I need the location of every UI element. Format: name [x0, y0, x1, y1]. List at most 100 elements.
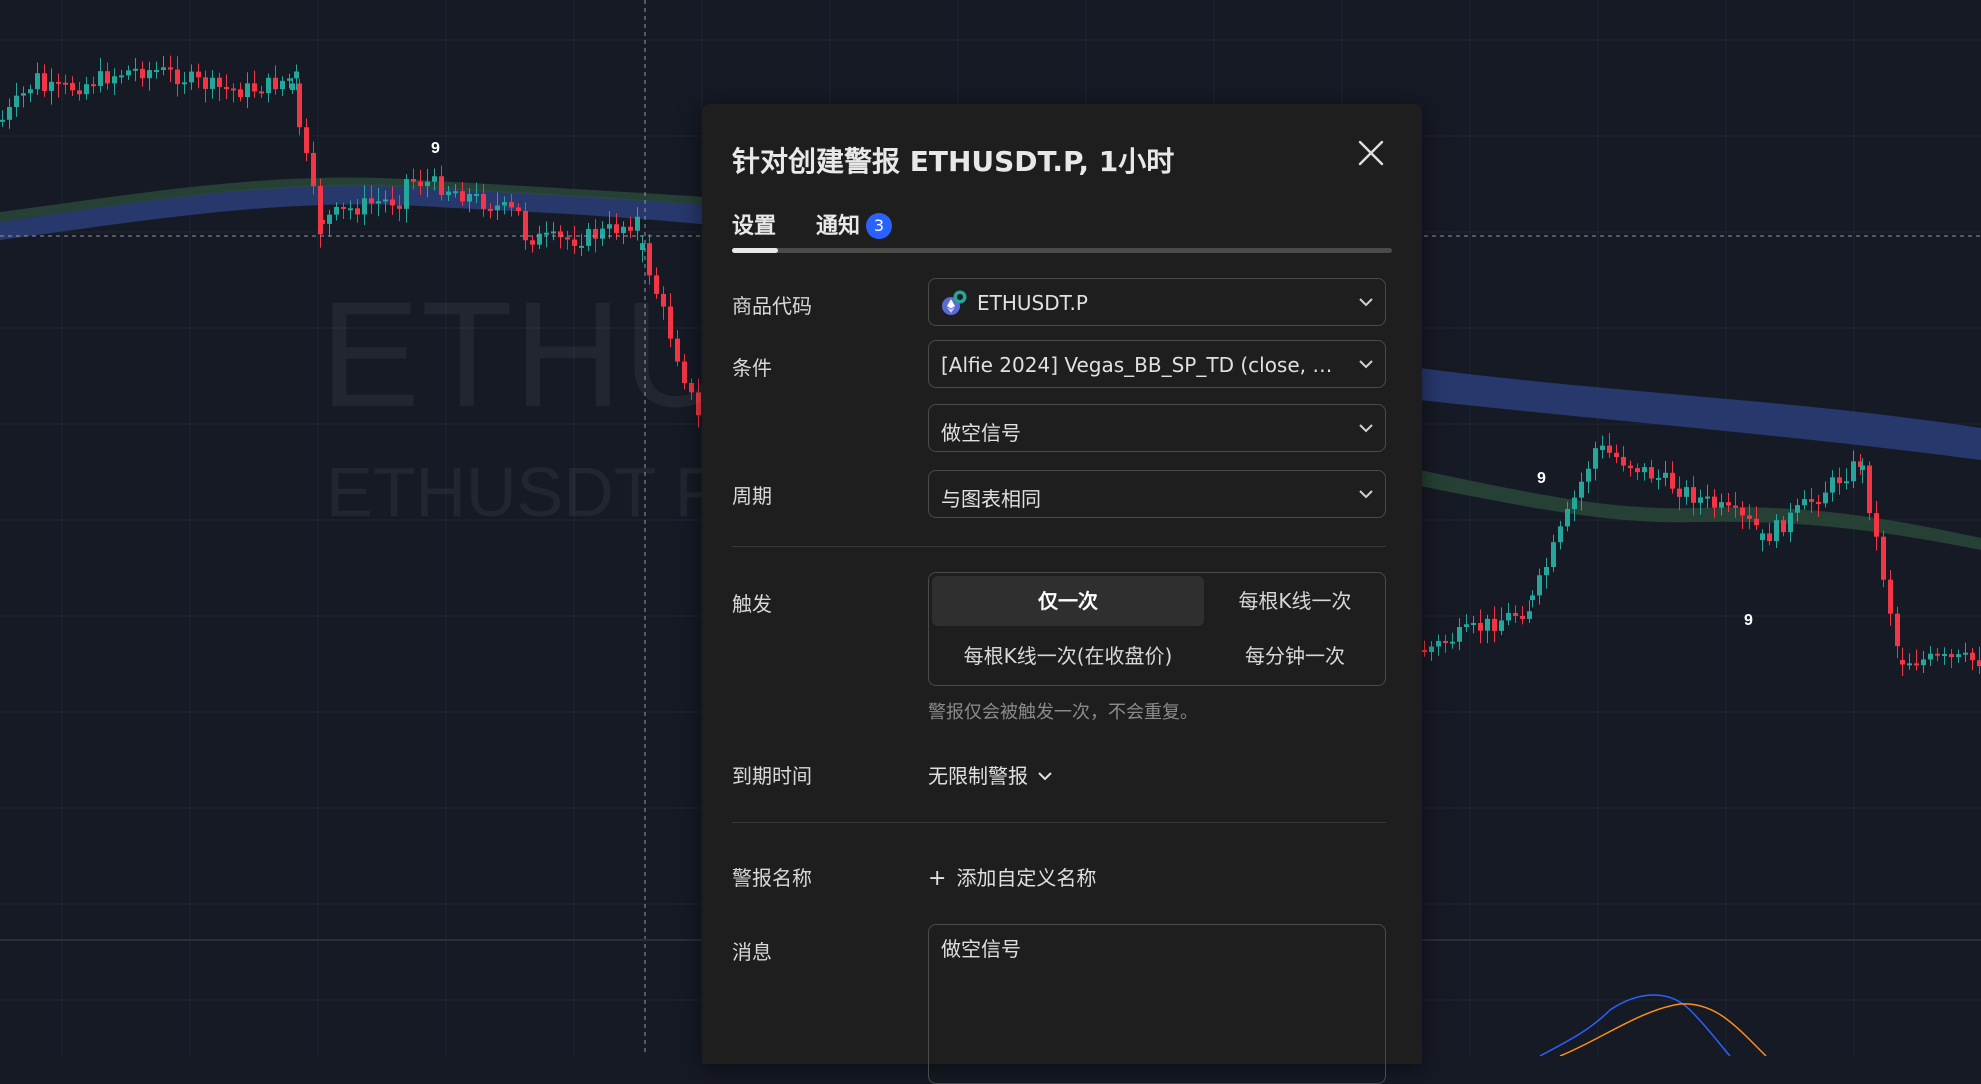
candle-body [593, 228, 598, 239]
candle-body [1900, 660, 1905, 665]
candle-body [84, 84, 89, 95]
trigger-option-once[interactable]: 仅一次 [932, 576, 1204, 626]
candle-body [1963, 652, 1968, 655]
period-select[interactable]: 与图表相同 [928, 470, 1386, 518]
candle-body [355, 208, 360, 215]
trigger-option-once-per-bar[interactable]: 每根K线一次 [1207, 576, 1383, 626]
candle-body [210, 77, 215, 89]
oscillator-lines [1539, 994, 1767, 1056]
tab-track [732, 248, 1392, 253]
candle-body [1565, 509, 1570, 527]
candle-body [600, 228, 605, 239]
trigger-options: 仅一次 每根K线一次 每根K线一次(在收盘价) 每分钟一次 [928, 572, 1386, 686]
candle-body [1593, 448, 1598, 469]
candle-body [297, 83, 302, 128]
candle-body [474, 193, 479, 196]
candle-body [1970, 652, 1975, 661]
candle-body [348, 208, 353, 211]
candle-body [334, 206, 339, 215]
trigger-option-once-per-bar-close[interactable]: 每根K线一次(在收盘价) [932, 631, 1204, 681]
td-signal-label: 9 [431, 140, 440, 157]
chevron-down-icon [1038, 772, 1052, 781]
message-textarea[interactable]: 做空信号 [928, 924, 1386, 1084]
candle-body [1851, 461, 1856, 482]
candle-body [196, 71, 201, 78]
condition-select[interactable]: [Alfie 2024] Vegas_BB_SP_TD (close, 10, … [928, 340, 1386, 388]
candle-body [1760, 533, 1765, 540]
candle-body [1928, 653, 1933, 660]
candle-body [586, 228, 591, 246]
close-button[interactable] [1356, 138, 1386, 168]
candle-body [119, 75, 124, 78]
candle-body [1558, 526, 1563, 543]
candle-body [1726, 502, 1731, 506]
candle-body [311, 152, 316, 187]
candle-body [280, 80, 285, 90]
tab-settings[interactable]: 设置 [732, 208, 776, 240]
tab-notifications-label: 通知 [816, 214, 861, 239]
candle-body [404, 179, 409, 209]
candle-body [1544, 566, 1549, 576]
candle-body [1579, 481, 1584, 498]
candle-body [390, 199, 395, 206]
candle-body [259, 91, 264, 94]
candle-body [1733, 505, 1738, 508]
candle-body [35, 73, 40, 90]
candle-body [1956, 654, 1961, 658]
section-divider [732, 546, 1386, 547]
trigger-option-once-per-minute[interactable]: 每分钟一次 [1207, 631, 1383, 681]
candle-body [189, 71, 194, 83]
candle-body [1621, 456, 1626, 466]
candle-body [231, 88, 236, 91]
expiry-dropdown[interactable]: 无限制警报 [928, 760, 1054, 789]
symbol-select[interactable]: ETHUSDT.P [928, 278, 1386, 326]
candle-body [1935, 653, 1940, 656]
chevron-down-icon [1359, 424, 1373, 433]
candle-body [1802, 499, 1807, 506]
candle-body [273, 77, 278, 90]
candle-body [369, 198, 374, 204]
candle-body [1457, 627, 1462, 642]
candle-body [1907, 663, 1912, 666]
candle-body [362, 198, 367, 215]
close-icon[interactable] [1356, 138, 1386, 168]
condition-signal-select[interactable]: 做空信号 [928, 404, 1386, 452]
candle-body [635, 216, 640, 231]
candle-body [621, 226, 626, 234]
candle-body [175, 69, 180, 85]
candle-body [1698, 497, 1703, 503]
candle-body [126, 70, 131, 76]
td-signal-label: 9 [1537, 470, 1546, 487]
candle-body [133, 68, 138, 71]
candle-body [1754, 518, 1759, 526]
candle-body [1719, 502, 1724, 508]
candle-body [341, 206, 346, 209]
candle-body [266, 77, 271, 94]
candle-body [1600, 445, 1605, 450]
candle-body [1921, 659, 1926, 666]
candle-body [1670, 472, 1675, 489]
candle-body [640, 243, 645, 250]
candle-body [1450, 641, 1455, 644]
candle-body [1649, 467, 1654, 479]
active-tab-indicator [732, 248, 778, 253]
add-custom-name-button[interactable]: + 添加自定义名称 [928, 862, 1096, 891]
candle-body [516, 207, 521, 211]
candle-body [1513, 612, 1518, 616]
signal-line [1559, 1003, 1767, 1056]
candle-body [287, 78, 292, 81]
message-text: 做空信号 [941, 937, 1021, 961]
candle-body [1429, 646, 1434, 653]
candle-body [425, 181, 430, 187]
candle-body [1551, 542, 1556, 567]
candle-body [56, 81, 61, 84]
trigger-label: 触发 [732, 592, 772, 616]
candle-body [63, 82, 68, 85]
tab-notifications[interactable]: 通知 3 [816, 208, 893, 240]
candle-body [453, 191, 458, 194]
candle-body [0, 119, 5, 122]
candle-body [397, 205, 402, 209]
period-value: 与图表相同 [941, 487, 1041, 511]
candle-body [579, 245, 584, 248]
candle-body [1471, 622, 1476, 625]
